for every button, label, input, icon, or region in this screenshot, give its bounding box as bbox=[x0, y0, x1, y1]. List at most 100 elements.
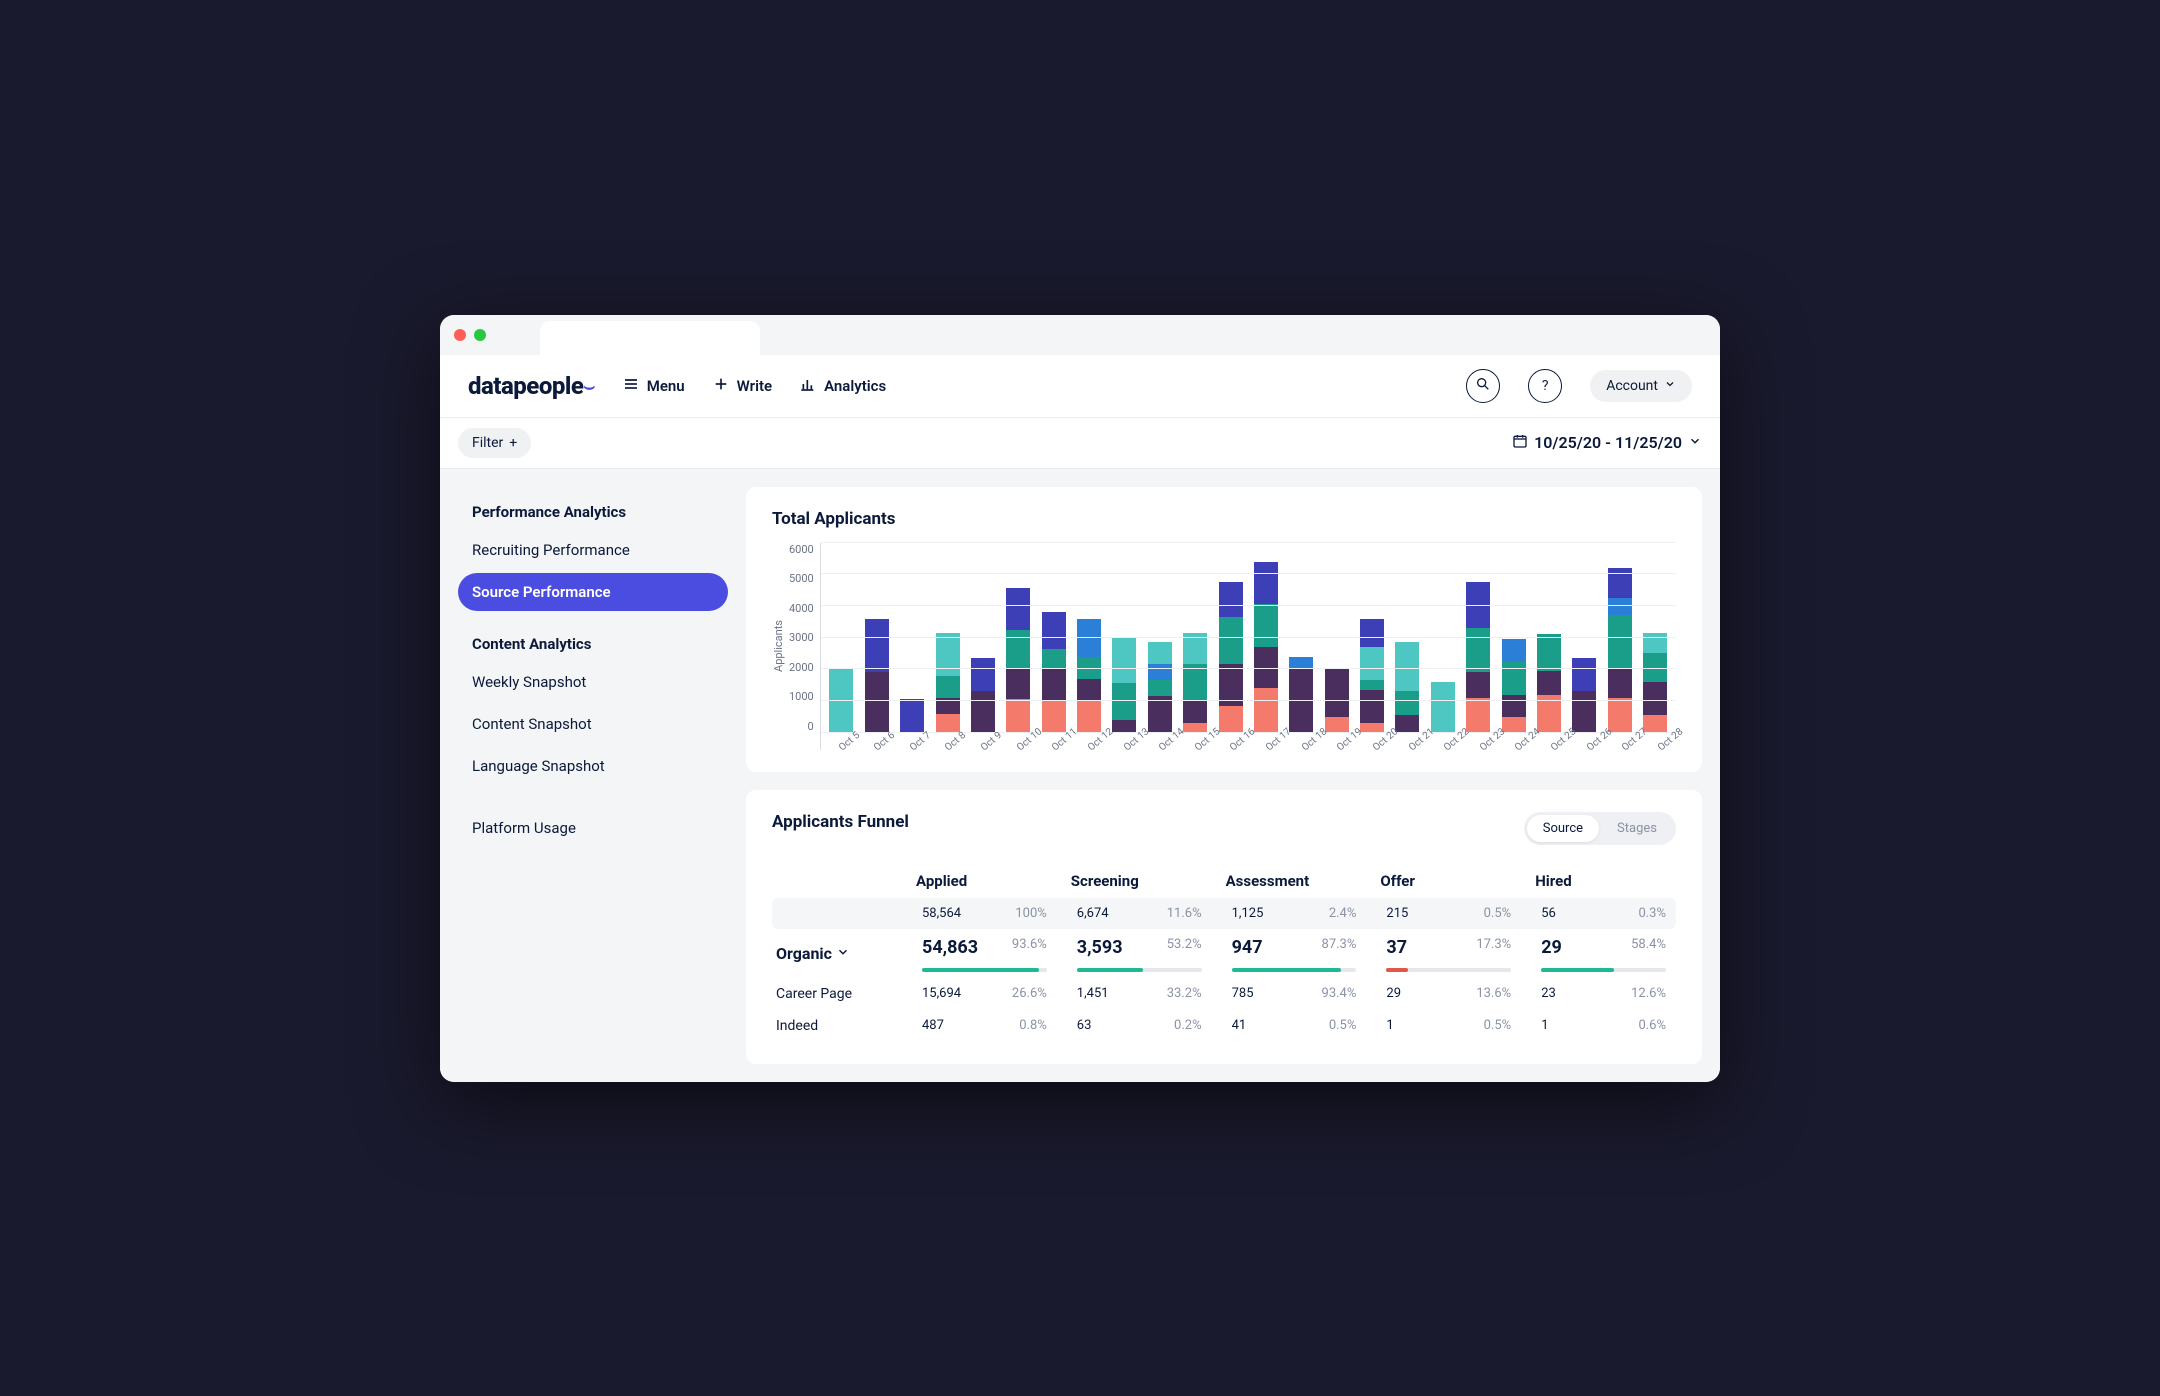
funnel-row-career-page: Career Page 15,69426.6% 1,45133.2% 78593.4%… bbox=[772, 978, 1676, 1010]
row-label bbox=[772, 905, 902, 921]
funnel-title: Applicants Funnel bbox=[772, 812, 909, 832]
funnel-cell: 410.5% bbox=[1222, 1010, 1367, 1041]
funnel-cell: 58,564100% bbox=[912, 898, 1057, 929]
funnel-cell: 2150.5% bbox=[1376, 898, 1521, 929]
bar-oct-25[interactable] bbox=[1537, 634, 1561, 732]
plus-small-icon: + bbox=[509, 435, 517, 451]
close-window-icon[interactable] bbox=[454, 329, 466, 341]
search-button[interactable] bbox=[1466, 369, 1500, 403]
question-icon: ? bbox=[1542, 378, 1549, 394]
filter-bar: Filter + 10/25/20 - 11/25/20 bbox=[440, 418, 1720, 469]
bar-oct-8[interactable] bbox=[936, 633, 960, 733]
plus-icon bbox=[713, 376, 729, 396]
content-area: Performance Analytics Recruiting Perform… bbox=[440, 469, 1720, 1082]
bar-oct-26[interactable] bbox=[1572, 658, 1596, 732]
funnel-cell: 560.3% bbox=[1531, 898, 1676, 929]
bar-oct-17[interactable] bbox=[1254, 562, 1278, 733]
sidebar-item-source-performance[interactable]: Source Performance bbox=[458, 573, 728, 611]
sidebar-item-content-snapshot[interactable]: Content Snapshot bbox=[458, 705, 728, 743]
bar-oct-24[interactable] bbox=[1502, 639, 1526, 732]
bar-oct-14[interactable] bbox=[1148, 642, 1172, 732]
funnel-cell: 15,69426.6% bbox=[912, 978, 1057, 1009]
funnel-cell: 4870.8% bbox=[912, 1010, 1057, 1041]
date-range-text: 10/25/20 - 11/25/20 bbox=[1534, 433, 1682, 452]
col-hired: Hired bbox=[1531, 864, 1676, 898]
brand-text: datapeople bbox=[468, 372, 583, 400]
account-label: Account bbox=[1606, 378, 1658, 394]
funnel-header-row: Applied Screening Assessment Offer Hired bbox=[772, 864, 1676, 898]
row-label: Career Page bbox=[772, 978, 902, 1010]
account-menu[interactable]: Account bbox=[1590, 370, 1692, 402]
funnel-table: Applied Screening Assessment Offer Hired… bbox=[772, 864, 1676, 1042]
hamburger-icon bbox=[623, 376, 639, 396]
funnel-toggle: Source Stages bbox=[1524, 812, 1676, 845]
sidebar-heading-content: Content Analytics bbox=[458, 625, 728, 663]
col-screening: Screening bbox=[1067, 864, 1212, 898]
funnel-cell: 1,1252.4% bbox=[1222, 898, 1367, 929]
funnel-cell: 10.6% bbox=[1531, 1010, 1676, 1041]
x-axis-ticks: Oct 5Oct 6Oct 7Oct 8Oct 9Oct 10Oct 11Oct… bbox=[821, 739, 1676, 750]
funnel-cell: 10.5% bbox=[1376, 1010, 1521, 1041]
funnel-cell: 54,86393.6% bbox=[912, 929, 1057, 978]
sidebar: Performance Analytics Recruiting Perform… bbox=[458, 487, 728, 1064]
maximize-window-icon[interactable] bbox=[474, 329, 486, 341]
bar-oct-11[interactable] bbox=[1042, 612, 1066, 732]
chevron-down-icon bbox=[1664, 378, 1676, 394]
sidebar-item-language-snapshot[interactable]: Language Snapshot bbox=[458, 747, 728, 785]
bar-oct-15[interactable] bbox=[1183, 633, 1207, 733]
bar-oct-13[interactable] bbox=[1112, 638, 1136, 733]
funnel-cell: 630.2% bbox=[1067, 1010, 1212, 1041]
bar-oct-10[interactable] bbox=[1006, 588, 1030, 732]
app-window: datapeople ⌣ Menu Write Analytics bbox=[440, 315, 1720, 1082]
bar-oct-28[interactable] bbox=[1643, 633, 1667, 733]
y-axis-label: Applicants bbox=[772, 620, 785, 672]
write-nav[interactable]: Write bbox=[713, 376, 772, 396]
menu-label: Menu bbox=[647, 377, 685, 395]
bar-oct-27[interactable] bbox=[1608, 568, 1632, 733]
toggle-source[interactable]: Source bbox=[1527, 815, 1599, 842]
funnel-cell: 78593.4% bbox=[1222, 978, 1367, 1009]
calendar-icon bbox=[1512, 433, 1528, 453]
chart-title: Total Applicants bbox=[772, 509, 1676, 529]
filter-button[interactable]: Filter + bbox=[458, 428, 531, 458]
sidebar-item-platform-usage[interactable]: Platform Usage bbox=[458, 809, 728, 847]
browser-tab[interactable] bbox=[540, 321, 760, 355]
col-assessment: Assessment bbox=[1222, 864, 1367, 898]
search-icon bbox=[1475, 376, 1491, 396]
traffic-lights bbox=[454, 329, 486, 341]
date-range-picker[interactable]: 10/25/20 - 11/25/20 bbox=[1512, 433, 1702, 453]
sidebar-item-recruiting-performance[interactable]: Recruiting Performance bbox=[458, 531, 728, 569]
menu-nav[interactable]: Menu bbox=[623, 376, 685, 396]
applicants-funnel-card: Applicants Funnel Source Stages Applied … bbox=[746, 790, 1702, 1064]
total-applicants-card: Total Applicants Applicants 600050004000… bbox=[746, 487, 1702, 772]
funnel-cell: 3,59353.2% bbox=[1067, 929, 1212, 978]
toggle-stages[interactable]: Stages bbox=[1601, 815, 1673, 842]
bar-oct-21[interactable] bbox=[1395, 642, 1419, 732]
funnel-cell: 2958.4% bbox=[1531, 929, 1676, 978]
row-label: Indeed bbox=[772, 1010, 902, 1042]
funnel-row-total: 58,564100%6,67411.6%1,1252.4%2150.5%560.… bbox=[772, 898, 1676, 929]
sidebar-heading-performance: Performance Analytics bbox=[458, 493, 728, 531]
funnel-cell: 2312.6% bbox=[1531, 978, 1676, 1009]
analytics-nav[interactable]: Analytics bbox=[800, 376, 886, 396]
main-panel: Total Applicants Applicants 600050004000… bbox=[746, 487, 1702, 1064]
bar-oct-7[interactable] bbox=[900, 699, 924, 732]
funnel-cell: 1,45133.2% bbox=[1067, 978, 1212, 1009]
brand-logo[interactable]: datapeople ⌣ bbox=[468, 372, 595, 400]
row-label[interactable]: Organic bbox=[772, 936, 902, 971]
sidebar-item-weekly-snapshot[interactable]: Weekly Snapshot bbox=[458, 663, 728, 701]
funnel-cell: 94787.3% bbox=[1222, 929, 1367, 978]
bar-oct-22[interactable] bbox=[1431, 682, 1455, 733]
bar-oct-9[interactable] bbox=[971, 658, 995, 732]
help-button[interactable]: ? bbox=[1528, 369, 1562, 403]
chevron-down-icon bbox=[836, 944, 850, 963]
write-label: Write bbox=[737, 377, 772, 395]
chevron-down-icon bbox=[1688, 433, 1702, 452]
bar-chart-icon bbox=[800, 376, 816, 396]
col-applied: Applied bbox=[912, 864, 1057, 898]
brand-accent-icon: ⌣ bbox=[583, 376, 594, 397]
funnel-row-indeed: Indeed 4870.8% 630.2% 410.5% 10.5% 10.6% bbox=[772, 1010, 1676, 1042]
funnel-row-organic: Organic54,86393.6%3,59353.2%94787.3%3717… bbox=[772, 929, 1676, 978]
titlebar bbox=[440, 315, 1720, 355]
analytics-label: Analytics bbox=[824, 377, 886, 395]
